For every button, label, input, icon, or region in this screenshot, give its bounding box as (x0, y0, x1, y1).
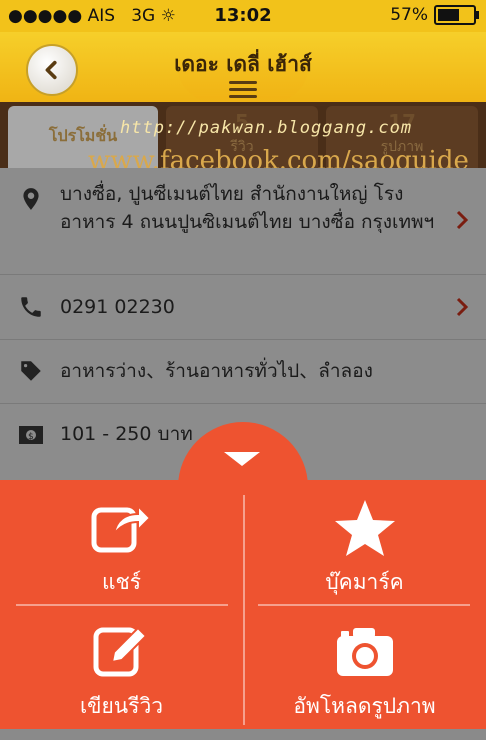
phone-row[interactable]: 0291 02230 (0, 275, 486, 340)
tag-icon (21, 361, 41, 381)
battery-icon (434, 5, 479, 25)
category-row: อาหารว่าง、ร้านอาหารทั่วไป、ลำลอง (0, 340, 486, 404)
edit-icon (93, 626, 147, 677)
phone-icon (21, 297, 41, 317)
status-bar: ●●●●● AIS 3G ☼ 13:02 57% (0, 0, 486, 32)
chevron-right-icon (456, 297, 469, 317)
battery-indicator: 57% (390, 5, 479, 25)
address-text: บางซื่อ, ปูนซีเมนต์ไทย สำนักงานใหญ่ โรงอ… (60, 183, 435, 233)
camera-icon (336, 628, 393, 676)
watermark-blog: http://pakwan.bloggang.com (120, 118, 413, 138)
write-review-button[interactable]: เขียนรีวิว (0, 622, 243, 740)
menu-icon[interactable] (229, 81, 257, 102)
chevron-right-icon (456, 210, 469, 230)
battery-percent: 57% (390, 5, 428, 25)
bookmark-label: บุ๊คมาร์ค (325, 570, 404, 594)
upload-photo-button[interactable]: อัพโหลดรูปภาพ (243, 622, 486, 740)
share-label: แชร์ (101, 570, 142, 594)
bookmark-button[interactable]: บุ๊คมาร์ค (243, 498, 486, 616)
category-text: อาหารว่าง、ร้านอาหารทั่วไป、ลำลอง (60, 360, 373, 382)
address-row[interactable]: บางซื่อ, ปูนซีเมนต์ไทย สำนักงานใหญ่ โรงอ… (0, 168, 486, 275)
location-pin-icon (23, 188, 39, 210)
phone-number: 0291 02230 (60, 296, 175, 318)
money-icon: $ (19, 426, 43, 444)
page-title: เดอะ เดลี่ เฮ้าส์ (174, 52, 312, 76)
chevron-down-icon[interactable] (224, 452, 260, 466)
write-review-label: เขียนรีวิว (79, 694, 164, 718)
star-icon (334, 500, 395, 556)
share-icon (91, 503, 151, 553)
share-button[interactable]: แชร์ (0, 498, 243, 616)
svg-text:$: $ (28, 432, 34, 442)
upload-photo-label: อัพโหลดรูปภาพ (293, 694, 436, 718)
